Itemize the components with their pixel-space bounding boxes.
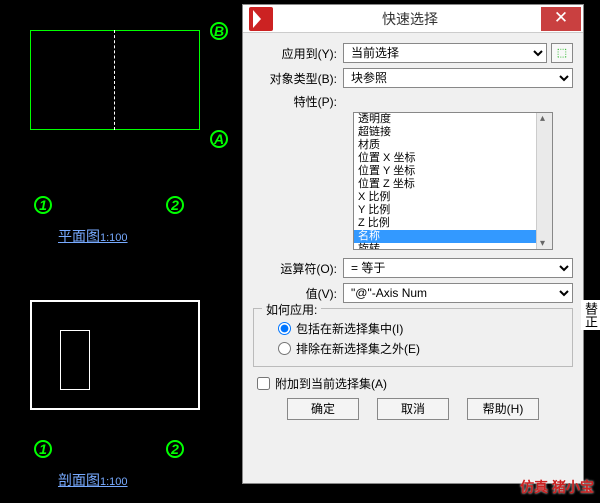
- section-scale: 1:100: [100, 476, 128, 488]
- callout-1-plan: 1: [34, 196, 52, 214]
- list-item[interactable]: 透明度: [354, 113, 552, 126]
- autocad-icon: [249, 7, 273, 31]
- checkbox-append[interactable]: [257, 377, 270, 390]
- value-select[interactable]: "@"-Axis Num: [343, 283, 573, 303]
- radio-exclude-label: 排除在新选择集之外(E): [296, 340, 420, 357]
- cad-canvas: B A 1 2 平面图1:100 1 2 剖面图1:100: [0, 0, 240, 503]
- plan-divider: [30, 30, 115, 130]
- value-label: 值(V):: [253, 285, 343, 302]
- callout-1-section: 1: [34, 440, 52, 458]
- radio-include[interactable]: [278, 322, 291, 335]
- list-item[interactable]: 超链接: [354, 126, 552, 139]
- apply-to-select[interactable]: 当前选择: [343, 43, 547, 63]
- section-title-text: 剖面图: [58, 472, 100, 488]
- plan-scale: 1:100: [100, 232, 128, 244]
- operator-label: 运算符(O):: [253, 260, 343, 277]
- help-button[interactable]: 帮助(H): [467, 398, 539, 420]
- cancel-button[interactable]: 取消: [377, 398, 449, 420]
- list-item[interactable]: 位置 Y 坐标: [354, 165, 552, 178]
- quick-select-dialog: 快速选择 ✕ 应用到(Y): 当前选择 ⬚ 对象类型(B): 块参照 特性(P)…: [242, 4, 584, 484]
- callout-2-plan: 2: [166, 196, 184, 214]
- titlebar[interactable]: 快速选择 ✕: [243, 5, 583, 33]
- callout-b: B: [210, 22, 228, 40]
- property-label: 特性(P):: [253, 93, 343, 110]
- watermark: 仿真 猪小宝: [520, 477, 594, 497]
- radio-include-label: 包括在新选择集中(I): [296, 320, 403, 337]
- radio-exclude[interactable]: [278, 342, 291, 355]
- list-item[interactable]: 旋转: [354, 243, 552, 250]
- plan-title: 平面图1:100: [58, 226, 128, 246]
- section-title: 剖面图1:100: [58, 470, 128, 490]
- how-apply-legend: 如何应用:: [262, 301, 321, 318]
- section-outline: [30, 300, 200, 410]
- operator-select[interactable]: = 等于: [343, 258, 573, 278]
- dialog-title: 快速选择: [279, 9, 541, 29]
- person-figure: [60, 330, 90, 390]
- list-item[interactable]: 位置 X 坐标: [354, 152, 552, 165]
- ok-button[interactable]: 确定: [287, 398, 359, 420]
- object-type-label: 对象类型(B):: [253, 70, 343, 87]
- checkbox-append-label: 附加到当前选择集(A): [275, 375, 387, 392]
- list-item[interactable]: Z 比例: [354, 217, 552, 230]
- listbox-scrollbar[interactable]: [536, 113, 552, 249]
- close-button[interactable]: ✕: [541, 7, 581, 31]
- apply-to-label: 应用到(Y):: [253, 45, 343, 62]
- object-type-select[interactable]: 块参照: [343, 68, 573, 88]
- list-item-selected[interactable]: 名称: [354, 230, 552, 243]
- pick-objects-button[interactable]: ⬚: [551, 43, 573, 63]
- list-item[interactable]: X 比例: [354, 191, 552, 204]
- list-item[interactable]: Y 比例: [354, 204, 552, 217]
- plan-title-text: 平面图: [58, 228, 100, 244]
- list-item[interactable]: 材质: [354, 139, 552, 152]
- callout-2-section: 2: [166, 440, 184, 458]
- property-listbox[interactable]: 透明度 超链接 材质 位置 X 坐标 位置 Y 坐标 位置 Z 坐标 X 比例 …: [353, 112, 553, 250]
- callout-a: A: [210, 130, 228, 148]
- how-apply-group: 如何应用: 包括在新选择集中(I) 排除在新选择集之外(E): [253, 308, 573, 367]
- list-item[interactable]: 位置 Z 坐标: [354, 178, 552, 191]
- dialog-body: 应用到(Y): 当前选择 ⬚ 对象类型(B): 块参照 特性(P): 透明度 超…: [243, 33, 583, 428]
- edge-annotation: 替正: [581, 300, 600, 330]
